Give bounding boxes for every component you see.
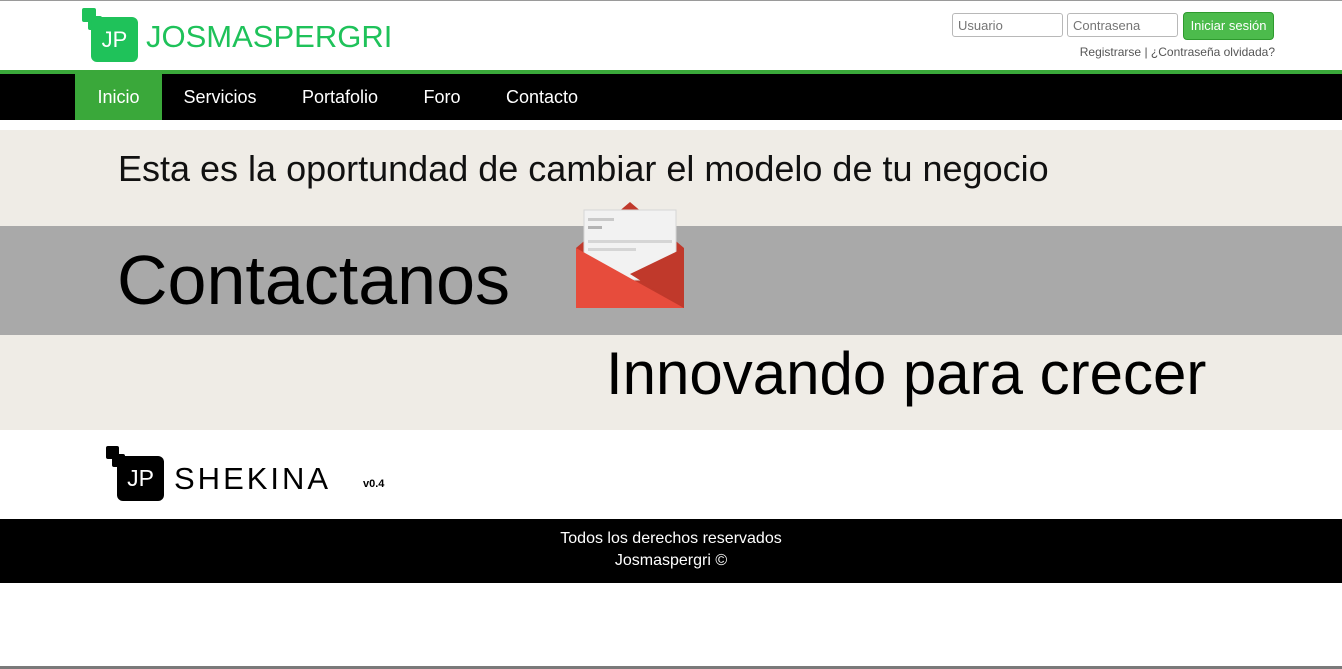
- main-nav: Inicio Servicios Portafolio Foro Contact…: [0, 74, 1342, 120]
- login-form: Iniciar sesión Registrarse | ¿Contraseña…: [952, 12, 1282, 67]
- link-separator: |: [1144, 45, 1148, 59]
- brand-name: JOSMASPERGRI: [146, 19, 393, 54]
- nav-item-servicios[interactable]: Servicios: [170, 74, 270, 120]
- login-links: Registrarse | ¿Contraseña olvidada?: [952, 45, 1275, 59]
- shekina-name: SHEKINA: [174, 461, 332, 496]
- username-input[interactable]: [952, 13, 1063, 37]
- logo-mark: JP: [82, 8, 140, 64]
- footer: Todos los derechos reservados Josmasperg…: [0, 519, 1342, 583]
- login-button[interactable]: Iniciar sesión: [1183, 12, 1274, 40]
- envelope-icon[interactable]: [574, 200, 686, 312]
- shekina-version: v0.4: [363, 478, 385, 490]
- nav-item-contacto[interactable]: Contacto: [490, 74, 594, 120]
- header: JP JOSMASPERGRI Iniciar sesión Registrar…: [0, 1, 1342, 70]
- nav-item-inicio[interactable]: Inicio: [75, 74, 162, 120]
- register-link[interactable]: Registrarse: [1080, 45, 1141, 59]
- nav-item-foro[interactable]: Foro: [410, 74, 474, 120]
- logo-initials: JP: [91, 17, 138, 62]
- nav-item-portafolio[interactable]: Portafolio: [284, 74, 396, 120]
- shekina-logo[interactable]: JP SHEKINA v0.4: [106, 446, 396, 502]
- site-logo[interactable]: JP JOSMASPERGRI: [82, 8, 392, 64]
- footer-rights: Todos los derechos reservados: [560, 530, 782, 547]
- hero-slogan: Innovando para crecer: [606, 340, 1207, 407]
- hero-contact-heading[interactable]: Contactanos: [117, 240, 510, 320]
- footer-copyright: Josmaspergri ©: [614, 552, 728, 569]
- shekina-initials: JP: [117, 456, 164, 501]
- password-input[interactable]: [1067, 13, 1178, 37]
- hero-tagline: Esta es la oportundad de cambiar el mode…: [118, 148, 1049, 189]
- forgot-password-link[interactable]: ¿Contraseña olvidada?: [1151, 45, 1275, 59]
